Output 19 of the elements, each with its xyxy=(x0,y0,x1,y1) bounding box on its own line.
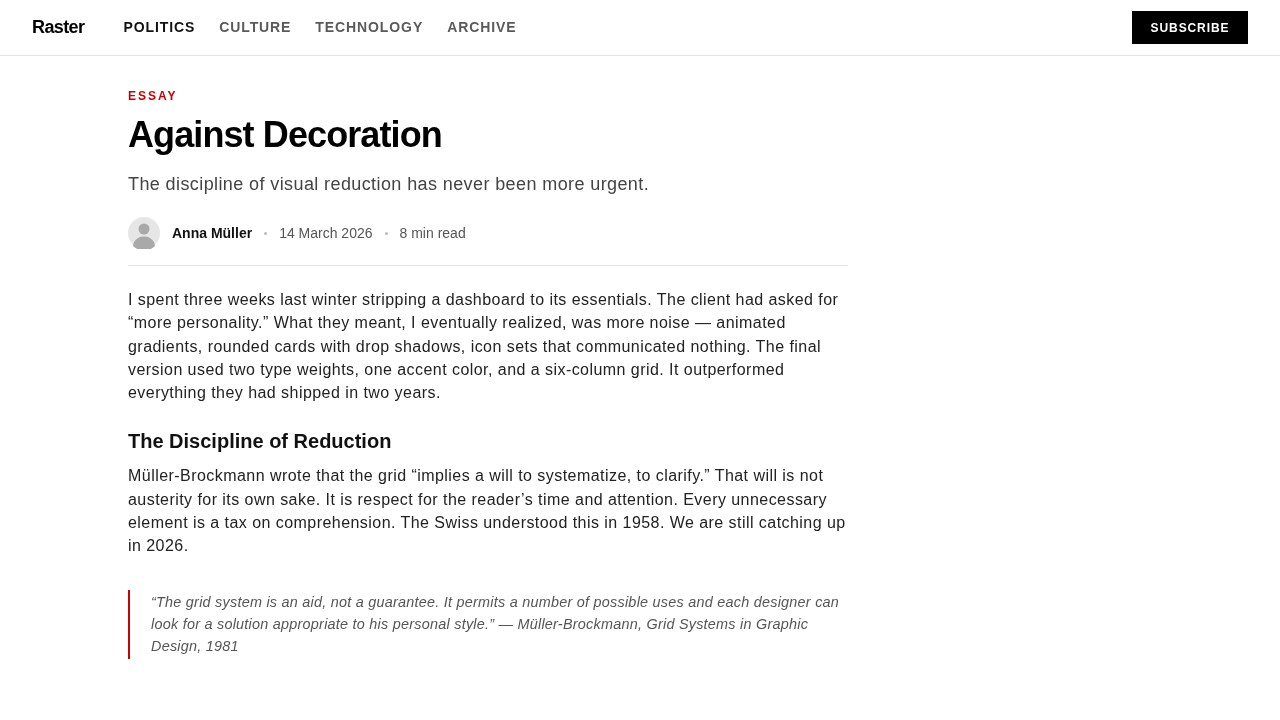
body-paragraph: I spent three weeks last winter stripping a dashboard to its essentials. The client had asked for “more personality.” What they meant, I eventually realized, was more noise — animated gradients, rounded cards with drop shadows, icon sets that communicated nothing. The final version used two type weights, one accent color, and a six-column grid. It outperformed everything they had shipped in two years. xyxy=(128,290,840,404)
body-paragraph: Müller-Brockmann wrote that the grid “implies a will to systematize, to clarify.” That will is not austerity for its own sake. It is respect for the reader’s time and attention. Every unnecessary element is a tax on comprehension. The Swiss understood this in 1958. We are still catching up in 2026. xyxy=(128,466,847,557)
site-logo[interactable]: Raster xyxy=(32,14,85,41)
article-title: Against Decoration xyxy=(128,113,443,157)
subscribe-button[interactable]: SUBSCRIBE xyxy=(1132,11,1248,44)
nav-link[interactable]: CULTURE xyxy=(219,17,292,38)
avatar-silhouette-icon xyxy=(128,217,160,249)
pull-quote: “The grid system is an aid, not a guarantee. It permits a number of possible uses and each designer can look for a solution appropriate to his personal style.” — Müller-Brockmann, Grid Systems in Graphic Design, 1981 xyxy=(128,589,848,659)
separator-dot-icon xyxy=(384,231,388,235)
nav-link[interactable]: ARCHIVE xyxy=(447,17,517,38)
read-time: 8 min read xyxy=(399,223,466,243)
author-name: Anna Müller xyxy=(172,223,253,243)
section-heading: The Discipline of Reduction xyxy=(128,429,393,455)
nav-link[interactable]: TECHNOLOGY xyxy=(315,17,424,38)
article-subtitle: The discipline of visual reduction has never been more urgent. xyxy=(128,173,651,196)
category-label: ESSAY xyxy=(128,89,179,103)
publish-date: 14 March 2026 xyxy=(279,223,373,243)
nav-link[interactable]: POLITICS xyxy=(123,17,196,38)
separator-dot-icon xyxy=(264,231,268,235)
